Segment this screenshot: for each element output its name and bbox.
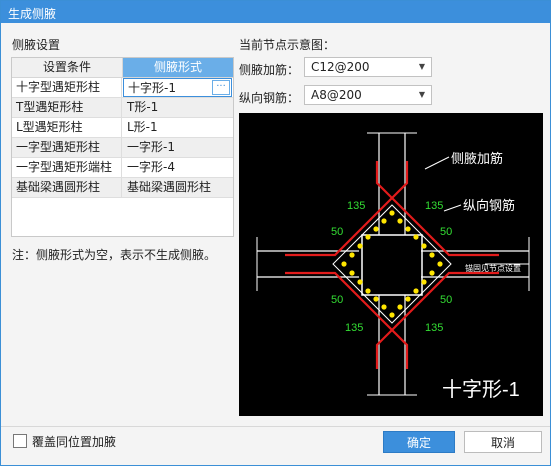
cell-form[interactable]: 基础梁遇圆形柱	[123, 178, 233, 197]
node-diagram: 侧腋加筋 纵向钢筋 135 135 50 50 50 50 135 135 锚固…	[256, 132, 530, 401]
ok-button[interactable]: 确定	[383, 431, 455, 453]
cell-condition[interactable]: 一字型遇矩形柱	[12, 138, 122, 157]
overwrite-checkbox-label[interactable]: 覆盖同位置加腋	[32, 433, 116, 450]
cell-form[interactable]: 一字形-4	[123, 158, 233, 177]
node-preview-canvas: 侧腋加筋 纵向钢筋 135 135 50 50 50 50 135 135 锚固…	[239, 113, 543, 416]
anchor-note: 锚固见节点设置	[465, 263, 521, 273]
long-rebar-combo[interactable]: A8@200 ▼	[304, 85, 432, 105]
dim-label: 135	[425, 322, 443, 334]
long-rebar-value[interactable]: A8@200	[311, 88, 362, 102]
side-rebar-combo[interactable]: C12@200 ▼	[304, 57, 432, 77]
cell-form[interactable]: L形-1	[123, 118, 233, 137]
table-row[interactable]: 基础梁遇圆形柱 基础梁遇圆形柱	[12, 178, 233, 198]
dim-label: 50	[440, 226, 452, 238]
cell-condition[interactable]: T型遇矩形柱	[12, 98, 122, 117]
table-row[interactable]: 一字型遇矩形柱 一字形-1	[12, 138, 233, 158]
cell-condition[interactable]: 基础梁遇圆形柱	[12, 178, 122, 197]
cell-condition[interactable]: 一字型遇矩形端柱	[12, 158, 122, 177]
table-row[interactable]: 十字型遇矩形柱 十字形-1 ···	[12, 78, 233, 98]
side-rebar-value[interactable]: C12@200	[311, 60, 370, 74]
setting-table: 设置条件 侧腋形式 十字型遇矩形柱 十字形-1 ··· T型遇矩形柱 T形-1 …	[11, 57, 234, 237]
dim-label: 135	[425, 200, 443, 212]
cell-form[interactable]: 十字形-1	[128, 80, 176, 96]
cancel-button[interactable]: 取消	[464, 431, 542, 453]
chevron-down-icon[interactable]: ▼	[419, 62, 425, 71]
dim-label: 50	[440, 294, 452, 306]
overwrite-checkbox[interactable]	[13, 434, 27, 448]
note-text: 注：侧腋形式为空，表示不生成侧腋。	[12, 248, 217, 262]
section-label: 侧腋设置	[12, 38, 61, 52]
long-rebar-label: 纵向钢筋：	[239, 91, 300, 105]
title-bar: 生成侧腋	[1, 1, 550, 23]
dim-label: 50	[331, 226, 343, 238]
cell-form[interactable]: 一字形-1	[123, 138, 233, 157]
dialog-window: 生成侧腋 侧腋设置 设置条件 侧腋形式 十字型遇矩形柱 十字形-1 ··· T型…	[0, 0, 551, 466]
cell-form[interactable]: T形-1	[123, 98, 233, 117]
footer-divider	[1, 426, 550, 427]
form-edit-field[interactable]: 十字形-1 ···	[123, 78, 232, 97]
table-row[interactable]: L型遇矩形柱 L形-1	[12, 118, 233, 138]
side-rebar-label: 侧腋加筋：	[239, 63, 300, 77]
callout-side-rebar: 侧腋加筋	[451, 151, 503, 166]
chevron-down-icon[interactable]: ▼	[419, 90, 425, 99]
cell-condition[interactable]: 十字型遇矩形柱	[12, 78, 122, 97]
callout-long-rebar: 纵向钢筋	[463, 198, 515, 213]
table-row[interactable]: 一字型遇矩形端柱 一字形-4	[12, 158, 233, 178]
dim-label: 135	[347, 200, 365, 212]
column-header-condition[interactable]: 设置条件	[12, 58, 123, 78]
diagram-caption: 十字形-1	[442, 378, 520, 401]
cell-condition[interactable]: L型遇矩形柱	[12, 118, 122, 137]
column-header-form[interactable]: 侧腋形式	[123, 58, 233, 78]
preview-label: 当前节点示意图：	[239, 38, 336, 52]
dim-label: 50	[331, 294, 343, 306]
table-row[interactable]: T型遇矩形柱 T形-1	[12, 98, 233, 118]
window-title: 生成侧腋	[8, 7, 57, 21]
browse-ellipsis-button[interactable]: ···	[212, 80, 230, 95]
dim-label: 135	[345, 322, 363, 334]
